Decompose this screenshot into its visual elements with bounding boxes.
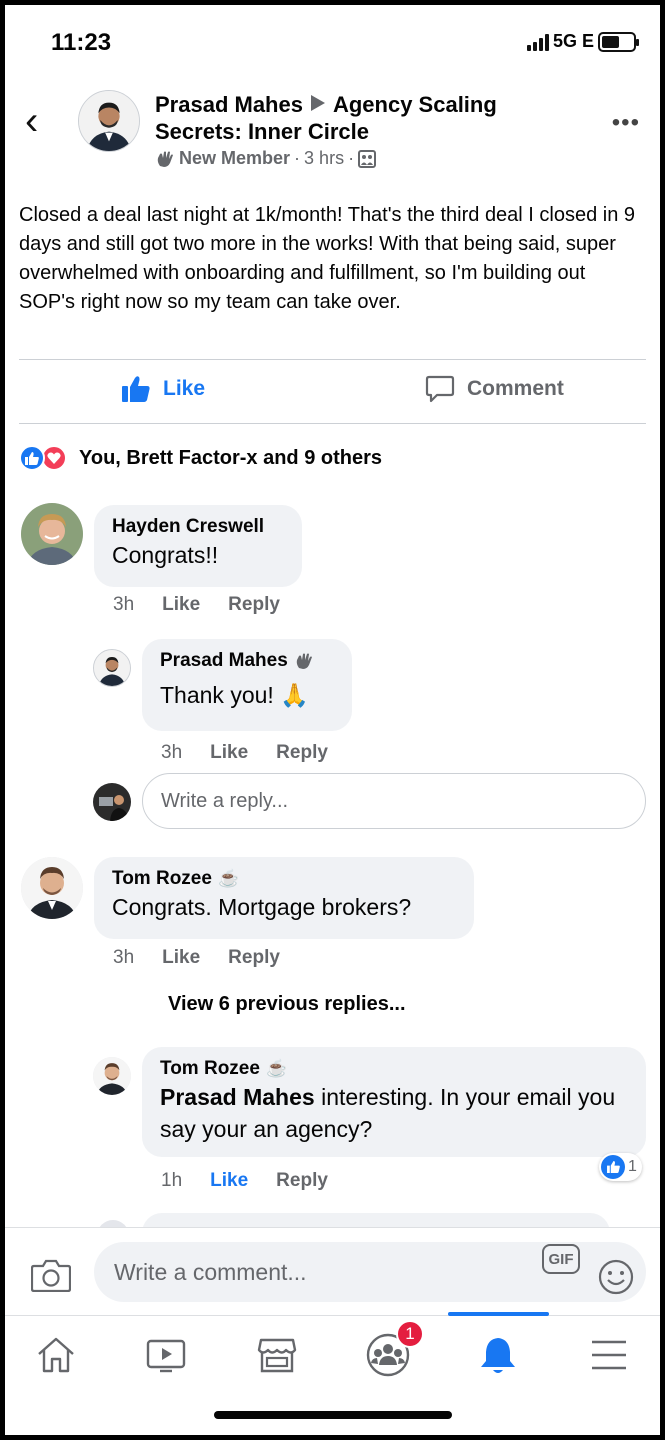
comment-reply-button[interactable]: Reply (228, 594, 280, 616)
comment-actions: 3h Like Reply (113, 947, 280, 969)
reply-time: 3h (161, 742, 183, 763)
member-badge: New Member (179, 148, 291, 168)
like-reaction-icon (19, 445, 45, 471)
reply-like-button[interactable]: Like (210, 1170, 248, 1192)
dot-separator: · (348, 148, 355, 168)
comment-actions: 3h Like Reply (113, 594, 280, 616)
marketplace-icon (257, 1338, 297, 1373)
replier-name[interactable]: Tom Rozee (160, 1056, 260, 1081)
reactions-summary[interactable]: You, Brett Factor-x and 9 others (19, 445, 382, 471)
wave-icon (157, 151, 173, 167)
divider (19, 423, 646, 424)
comment-bubble[interactable]: Tom Rozee ☕ Congrats. Mortgage brokers? (94, 857, 474, 939)
comment-time: 3h (113, 947, 135, 968)
wave-icon (296, 653, 312, 669)
reply-actions: 3h Like Reply (161, 742, 328, 764)
comment-icon (425, 375, 455, 403)
app-screen: 11:23 5G E ‹ Prasad Mahes Agency Scaling … (5, 5, 660, 1435)
author-avatar[interactable] (78, 90, 140, 152)
divider (19, 359, 646, 360)
reaction-count-value: 1 (628, 1158, 637, 1175)
current-user-avatar (93, 783, 131, 821)
home-icon (38, 1337, 74, 1373)
post-time[interactable]: 3 hrs (304, 148, 344, 169)
home-tab[interactable] (26, 1330, 86, 1380)
reply-reply-button[interactable]: Reply (276, 1170, 328, 1192)
replier-avatar[interactable] (93, 1057, 131, 1095)
more-options-icon[interactable]: ••• (612, 109, 640, 137)
video-icon (146, 1339, 186, 1373)
like-reaction-icon (601, 1155, 625, 1179)
status-indicators: 5G E (526, 31, 639, 52)
comment-time: 3h (113, 594, 135, 615)
active-tab-indicator (448, 1312, 549, 1316)
arrow-icon (310, 95, 325, 111)
like-button[interactable]: Like (121, 375, 205, 403)
commenter-name[interactable]: Hayden Creswell (112, 514, 284, 539)
group-privacy-icon (358, 149, 377, 168)
bell-icon (481, 1338, 515, 1373)
comment-composer: Write a comment... GIF (5, 1227, 660, 1315)
post-author-line: Prasad Mahes Agency Scaling Secrets: Inne… (155, 91, 555, 145)
author-name[interactable]: Prasad Mahes (155, 92, 303, 117)
status-time: 11:23 (51, 29, 112, 56)
replier-name-row: Prasad Mahes (160, 648, 334, 673)
post-text: Closed a deal last night at 1k/month! Th… (19, 204, 636, 313)
comment-reply-button[interactable]: Reply (228, 947, 280, 969)
comment-like-button[interactable]: Like (162, 594, 200, 616)
notifications-tab[interactable] (468, 1330, 528, 1380)
reply-actions: 1h Like Reply (161, 1170, 328, 1192)
reply-time: 1h (161, 1170, 183, 1191)
dot-separator: · (294, 148, 301, 168)
groups-notification-badge: 1 (396, 1320, 424, 1348)
network-label: 5G E (552, 31, 594, 51)
signal-icon (526, 33, 549, 51)
comment-text: Congrats. Mortgage brokers? (112, 894, 412, 920)
comment-label: Comment (467, 377, 564, 400)
replier-avatar[interactable] (93, 649, 131, 687)
commenter-name-row: Tom Rozee ☕ (112, 866, 456, 891)
commenter-avatar[interactable] (21, 857, 83, 919)
reactions-text: You, Brett Factor-x and 9 others (79, 446, 383, 469)
back-icon[interactable]: ‹ (25, 101, 38, 141)
comment-button[interactable]: Comment (425, 375, 564, 403)
post-meta: New Member · 3 hrs · (155, 148, 377, 169)
reply-like-button[interactable]: Like (210, 742, 248, 764)
reply-reply-button[interactable]: Reply (276, 742, 328, 764)
view-previous-replies[interactable]: View 6 previous replies... (168, 993, 406, 1016)
reply-bubble[interactable]: Tom Rozee ☕ Prasad Mahes interesting. In… (142, 1047, 646, 1157)
marketplace-tab[interactable] (247, 1330, 307, 1380)
gif-button[interactable]: GIF (542, 1244, 580, 1274)
menu-tab[interactable] (579, 1330, 639, 1380)
reply-text-block: Prasad Mahes interesting. In your email … (160, 1081, 628, 1145)
replier-name-row: Tom Rozee ☕ (160, 1056, 628, 1081)
camera-icon[interactable] (31, 1258, 71, 1292)
mention[interactable]: Prasad Mahes (160, 1084, 315, 1110)
battery-icon (598, 31, 639, 52)
menu-icon (592, 1340, 626, 1370)
reply-input[interactable]: Write a reply... (142, 773, 646, 829)
coffee-icon: ☕ (265, 1059, 288, 1078)
emoji-icon[interactable] (598, 1259, 634, 1295)
comment-like-button[interactable]: Like (162, 947, 200, 969)
comment-text: Congrats!! (112, 542, 219, 568)
replier-name[interactable]: Prasad Mahes (160, 648, 288, 673)
reply-bubble[interactable]: Prasad Mahes Thank you! 🙏 (142, 639, 352, 731)
reaction-count[interactable]: 1 (599, 1153, 642, 1181)
home-indicator (214, 1411, 452, 1419)
commenter-avatar[interactable] (21, 503, 83, 565)
comment-bubble[interactable]: Hayden Creswell Congrats!! (94, 505, 302, 587)
watch-tab[interactable] (136, 1330, 196, 1380)
like-label: Like (163, 377, 206, 400)
commenter-name[interactable]: Tom Rozee (112, 866, 212, 891)
coffee-icon: ☕ (217, 869, 240, 888)
thumbs-up-icon (122, 376, 150, 402)
reply-text: Thank you! 🙏 (160, 682, 309, 708)
